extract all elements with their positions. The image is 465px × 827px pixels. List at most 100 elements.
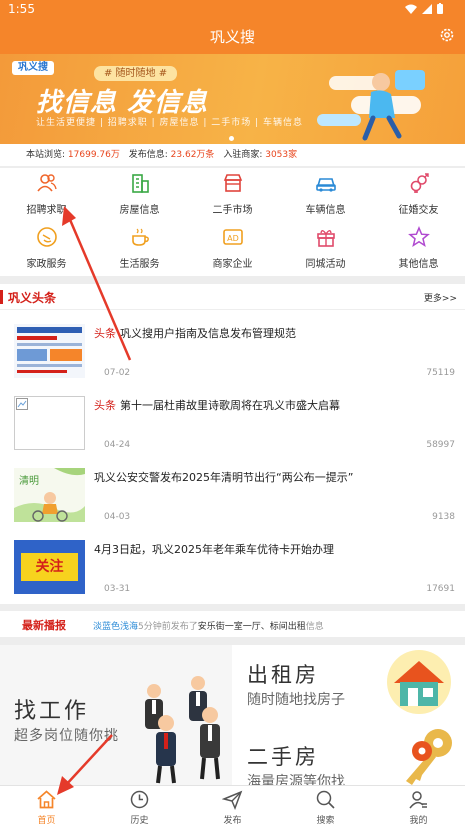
- broadcast-time: 5分钟前发布了: [138, 622, 198, 632]
- broadcast-message: 淡蓝色浅海5分钟前发布了安乐街一室一厅、标间出租信息: [93, 619, 324, 632]
- broadcast-post: 安乐街一室一厅、标间出租: [197, 622, 306, 632]
- tab-publish[interactable]: 发布: [186, 786, 279, 827]
- views-label: 本站浏览:: [26, 150, 66, 160]
- news-views: 9138: [432, 512, 455, 522]
- news-date: 04-03: [104, 512, 131, 522]
- svg-text:清明: 清明: [19, 474, 39, 487]
- news-title: 巩义公安交警发布2025年清明节出行“两公布一提示”: [94, 469, 454, 485]
- promo-section: 找工作 超多岗位随你挑 出租房 随时随地找房子 二手房 海量房源等你找: [0, 645, 465, 790]
- svg-text:AD: AD: [227, 234, 239, 243]
- promo-jobs-subtitle: 超多岗位随你挑: [14, 728, 119, 744]
- category-secondhand[interactable]: 二手市场: [186, 168, 279, 222]
- category-events[interactable]: 同城活动: [279, 222, 372, 276]
- category-label: 商家企业: [212, 259, 253, 270]
- posts-value: 23.62万条: [170, 150, 215, 160]
- ad-icon: AD: [223, 229, 243, 245]
- news-title-text: 巩义公安交警发布2025年清明节出行“两公布一提示”: [94, 471, 354, 484]
- news-views: 75119: [426, 368, 455, 378]
- banner-illustration: [317, 70, 425, 141]
- app-screen: 1:55 巩义搜 巩义搜 # 随时随地 # 找信息 发信息 让生活更便捷 | 招…: [0, 0, 465, 827]
- banner-tagline: 让生活更便捷 | 招聘求职 | 房屋信息 | 二手市场 | 车辆信息: [36, 118, 304, 128]
- category-label: 其他信息: [398, 259, 439, 270]
- news-title-text: 巩义搜用户指南及信息发布管理规范: [120, 327, 296, 340]
- category-label: 房屋信息: [119, 205, 160, 216]
- gender-icon: [410, 173, 429, 193]
- people-icon: [37, 174, 57, 192]
- keys-icon: [406, 729, 452, 785]
- category-other[interactable]: 其他信息: [372, 222, 465, 276]
- title-bar: 巩义搜: [0, 18, 465, 54]
- news-title-text: 4月3日起，巩义2025年老年乘车优待卡开始办理: [94, 543, 334, 556]
- battery-icon: [437, 3, 443, 14]
- news-views: 17691: [426, 584, 455, 594]
- building-icon: [132, 174, 149, 193]
- news-date: 07-02: [104, 368, 131, 378]
- category-label: 征婚交友: [398, 205, 439, 216]
- page-title: 巩义搜: [209, 28, 255, 46]
- promo-used-title[interactable]: 二手房: [247, 741, 319, 771]
- car-icon: [316, 178, 336, 192]
- gear-icon[interactable]: [439, 27, 455, 43]
- banner-tag: # 随时随地 #: [94, 66, 178, 81]
- signal-icon: [422, 3, 432, 14]
- category-jobs[interactable]: 招聘求职: [0, 168, 93, 222]
- tab-home[interactable]: 首页: [0, 786, 93, 827]
- tab-profile[interactable]: 我的: [372, 786, 465, 827]
- tab-search[interactable]: 搜索: [279, 786, 372, 827]
- category-business[interactable]: AD 商家企业: [186, 222, 279, 276]
- news-title-text: 第十一届杜甫故里诗歌周将在巩义市盛大启幕: [120, 399, 340, 412]
- clock-icon: [130, 790, 149, 809]
- status-bar: 1:55: [0, 0, 465, 18]
- news-item[interactable]: 清明 巩义公安交警发布2025年清明节出行“两公布一提示” 04-03 9138: [0, 462, 465, 534]
- wifi-icon: [405, 4, 417, 14]
- carousel-indicator: [229, 136, 234, 141]
- banner-logo: 巩义搜: [12, 61, 54, 75]
- news-section-title: 巩义头条: [8, 291, 57, 305]
- broken-image-icon: [16, 398, 28, 410]
- news-thumbnail: [14, 324, 85, 378]
- latest-broadcast[interactable]: 最新播报 淡蓝色浅海5分钟前发布了安乐街一室一厅、标间出租信息: [0, 611, 465, 637]
- section-marker: [0, 290, 3, 304]
- category-life-services[interactable]: 生活服务: [93, 222, 186, 276]
- more-link[interactable]: 更多>>: [424, 291, 457, 304]
- tab-label: 历史: [130, 816, 149, 826]
- tab-history[interactable]: 历史: [93, 786, 186, 827]
- promo-jobs-title: 找工作: [14, 699, 90, 724]
- status-time: 1:55: [8, 2, 35, 16]
- broadcast-suffix: 信息: [305, 622, 324, 632]
- category-housing[interactable]: 房屋信息: [93, 168, 186, 222]
- news-item[interactable]: 关注 4月3日起，巩义2025年老年乘车优待卡开始办理 03-31 17691: [0, 534, 465, 606]
- category-label: 生活服务: [119, 259, 160, 270]
- bottom-tab-bar: 首页 历史 发布 搜索 我的: [0, 785, 465, 827]
- news-item[interactable]: 头条 巩义搜用户指南及信息发布管理规范 07-02 75119: [0, 318, 465, 390]
- news-section: 巩义头条 更多>> 头条 巩义搜用户指南及信息发布管理规范 07-02 75119: [0, 284, 465, 604]
- promo-jobs-card[interactable]: 找工作 超多岗位随你挑: [0, 645, 232, 785]
- news-item[interactable]: 头条 第十一届杜甫故里诗歌周将在巩义市盛大启幕 04-24 58997: [0, 390, 465, 462]
- broadcast-user: 淡蓝色浅海: [93, 622, 139, 632]
- thumbnail-follow-label: 关注: [21, 553, 78, 581]
- news-title: 头条 巩义搜用户指南及信息发布管理规范: [94, 325, 454, 341]
- tab-label: 发布: [223, 816, 242, 826]
- category-grid: 招聘求职 房屋信息 二手市场 车辆信息 征婚交友 家政服务 生活服务 AD 商家: [0, 168, 465, 276]
- posts-label: 发布信息:: [128, 150, 168, 160]
- promo-rent-title[interactable]: 出租房: [247, 659, 319, 689]
- headline-badge: 头条: [94, 327, 116, 340]
- tab-label: 我的: [409, 816, 428, 826]
- coffee-icon: [132, 228, 149, 246]
- news-title: 4月3日起，巩义2025年老年乘车优待卡开始办理: [94, 541, 454, 557]
- category-vehicles[interactable]: 车辆信息: [279, 168, 372, 222]
- banner-carousel[interactable]: 巩义搜 # 随时随地 # 找信息 发信息 让生活更便捷 | 招聘求职 | 房屋信…: [0, 54, 465, 144]
- news-date: 03-31: [104, 584, 131, 594]
- news-thumbnail-broken: [14, 396, 85, 450]
- broom-icon: [37, 227, 57, 247]
- status-icons: [405, 3, 443, 14]
- category-dating[interactable]: 征婚交友: [372, 168, 465, 222]
- category-housekeeping[interactable]: 家政服务: [0, 222, 93, 276]
- category-label: 二手市场: [212, 205, 253, 216]
- news-header: 巩义头条 更多>>: [0, 284, 465, 310]
- news-thumbnail: 清明: [14, 468, 85, 522]
- category-label: 同城活动: [305, 259, 346, 270]
- promo-rent-subtitle: 随时随地找房子: [247, 692, 345, 708]
- news-views: 58997: [426, 440, 455, 450]
- tab-label: 首页: [37, 816, 56, 826]
